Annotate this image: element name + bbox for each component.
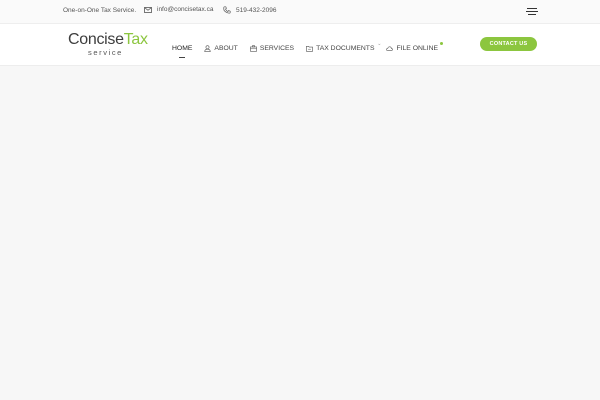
nav-item-home[interactable]: HOME [172, 45, 192, 58]
phone-text: 519-432-2096 [236, 6, 277, 14]
new-badge-dot [440, 41, 444, 45]
phone-link[interactable]: 519-432-2096 [223, 6, 276, 14]
nav-item-about[interactable]: ABOUT [204, 44, 238, 52]
site-header: ConciseTax service HOME ABOUT SERVICES T… [0, 24, 600, 66]
envelope-icon [144, 6, 152, 13]
top-bar: One-on-One Tax Service. info@concisetax.… [0, 0, 600, 24]
email-link[interactable]: info@concisetax.ca [144, 6, 213, 13]
page-content-area [0, 66, 600, 400]
phone-icon [223, 6, 231, 14]
nav-item-file-online[interactable]: FILE ONLINE [386, 41, 444, 52]
user-icon [204, 44, 212, 52]
logo-subtitle: service [88, 48, 123, 57]
briefcase-icon [249, 44, 257, 52]
dropdown-marker-icon: ⌄ [377, 40, 382, 47]
cloud-icon [386, 45, 394, 51]
logo-wordmark: ConciseTax [68, 31, 148, 48]
site-logo[interactable]: ConciseTax service [68, 31, 152, 59]
nav-item-services[interactable]: SERVICES [249, 44, 294, 52]
contact-us-button[interactable]: CONTACT US [480, 37, 537, 51]
active-indicator [179, 56, 185, 58]
email-text: info@concisetax.ca [157, 6, 214, 13]
nav-item-tax-documents[interactable]: TAX DOCUMENTS ⌄ [306, 41, 381, 52]
tagline: One-on-One Tax Service. [63, 7, 137, 14]
hamburger-icon[interactable] [526, 8, 538, 16]
folder-icon [306, 45, 313, 52]
main-nav: HOME ABOUT SERVICES TAX DOCUMENTS ⌄ FILE… [172, 41, 450, 58]
